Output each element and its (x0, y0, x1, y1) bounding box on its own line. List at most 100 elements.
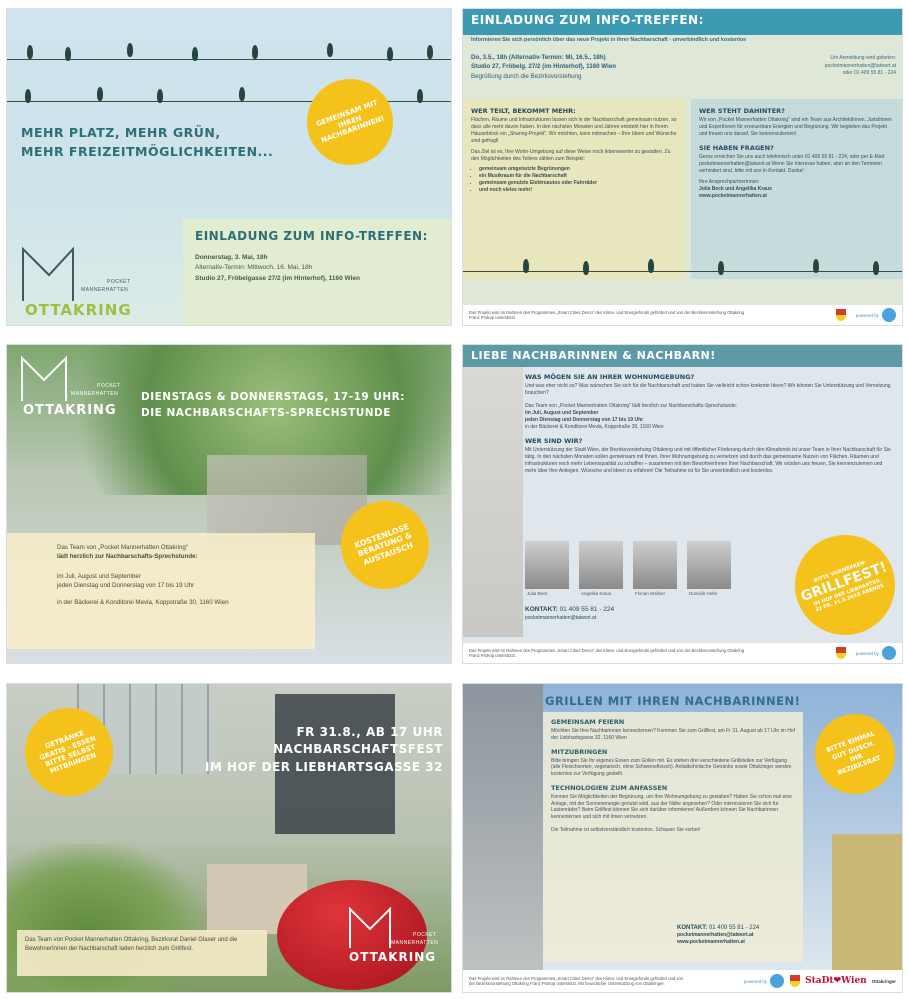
avatar-name: Angelika Kraus (581, 591, 612, 596)
logo-mannerhatten: MANNERHATTEN (71, 391, 119, 397)
poster-consultation-hours: POCKET MANNERHATTEN OTTAKRING DIENSTAGS … (6, 344, 452, 664)
invite-title: EINLADUNG ZUM INFO-TREFFEN: (195, 229, 428, 243)
headline-line: NACHBARSCHAFTSFEST (273, 742, 443, 757)
footer: Das Projekt wird im Rahmen des Programme… (463, 970, 902, 992)
logo-ottakring: OTTAKRING (23, 403, 117, 418)
invite-box: EINLADUNG ZUM INFO-TREFFEN: Donnerstag, … (183, 219, 451, 325)
invite-place: Studio 27, Fröbelgasse 27/2 (im Hinterho… (195, 274, 361, 282)
footer-text: Das Projekt wird im Rahmen des Programme… (469, 647, 745, 658)
bird-icon (239, 87, 245, 101)
crest-icon (835, 647, 846, 659)
invite-date: Donnerstag, 3. Mai, 18h (195, 254, 268, 261)
avatar (525, 541, 569, 589)
headline-line: MEHR PLATZ, MEHR GRÜN, (21, 125, 221, 140)
bird-icon (648, 259, 654, 273)
logo-pocket-mannerhatten: POCKET MANNERHATTEN OTTAKRING (19, 245, 159, 325)
logo-pocket-mannerhatten: POCKET MANNERHATTEN OTTAKRING (19, 355, 139, 425)
avatar-name: Julia Beck (527, 591, 548, 596)
klimafonds-logo-icon (882, 646, 896, 660)
power-line (463, 271, 902, 272)
klimafonds-logo-icon (882, 308, 896, 322)
content-box: GEMEINSAM FEIERN Möchten Sie Ihre Nachba… (543, 712, 803, 962)
badge-grillfest: BITTE VORMERKEN: GRILLFEST! IM HOF DER L… (780, 520, 902, 650)
building-photo (463, 367, 523, 637)
crest-icon (790, 975, 801, 987)
bird-icon (97, 87, 103, 101)
poster-dear-neighbours: LIEBE NACHBARINNEN & NACHBARN! WAS MÖGEN… (462, 344, 903, 664)
contact-info: KONTAKT: 01 409 55 81 - 224 pocketmanner… (677, 925, 760, 946)
list-item: gemeinsam umgenutzte Begrünungen (479, 166, 677, 173)
logo-pocket-mannerhatten: POCKET MANNERHATTEN OTTAKRING (343, 906, 451, 986)
logo-pocket: POCKET (97, 383, 121, 389)
bird-icon (27, 45, 33, 59)
column-sharing: WER TEILT, BEKOMMT MEHR: Flächen, Räume … (463, 99, 685, 279)
pm-logo-icon (349, 906, 391, 948)
bird-icon (252, 45, 258, 59)
logo-ottakring: OTTAKRING (349, 950, 437, 964)
subtitle: Informieren Sie sich persönlich über das… (471, 37, 746, 43)
title: LIEBE NACHBARINNEN & NACHBARN! (471, 349, 716, 362)
bird-icon (65, 47, 71, 61)
bird-icon (417, 89, 423, 103)
bird-icon (718, 261, 724, 275)
logo-pocket: POCKET (107, 279, 131, 285)
stadt-wien-logo: StaDt❤Wien (805, 976, 867, 986)
building-left (463, 684, 543, 974)
bird-icon (327, 43, 333, 57)
headline-line: IM HOF DER LIEBHARTSGASSE 32 (204, 759, 443, 774)
avatar-name: Florian Wallner (635, 591, 666, 596)
logo-ottakring: OTTAKRING (25, 301, 132, 319)
sharing-list: gemeinsam umgenutzte Begrünungen ein Mus… (471, 166, 677, 194)
klimafonds-logo-icon (770, 974, 785, 988)
invitation-box: Das Team von „Pocket Mannerhatten Ottakr… (7, 533, 315, 649)
footer-text: Das Projekt wird im Rahmen des Programme… (469, 309, 745, 320)
bird-icon (583, 261, 589, 275)
content-column: WAS MÖGEN SIE AN IHRER WOHNUMGEBUNG? Und… (525, 373, 891, 474)
badge-shower: BITTE EINMAL GUT DUSCH. IHR BEZIRKSRAT (803, 702, 902, 806)
logo-pocket: POCKET (413, 932, 437, 938)
footer: Das Projekt wird im Rahmen des Programme… (463, 305, 902, 325)
pm-logo-icon (22, 246, 74, 301)
headline: DIENSTAGS & DONNERSTAGS, 17-19 UHR: DIE … (141, 389, 405, 422)
powered-by: powered by (855, 312, 879, 318)
title: EINLADUNG ZUM INFO-TREFFEN: (471, 13, 704, 27)
column-team: WER STEHT DAHINTER? Wir von „Pocket Mann… (691, 99, 902, 279)
bird-icon (192, 47, 198, 61)
title: GRILLEN MIT IHREN NACHBARINNEN! (545, 694, 801, 708)
footer-text: Das Projekt wird im Rahmen des Programme… (469, 975, 684, 986)
powered-by: powered by (743, 978, 768, 984)
headline: MEHR PLATZ, MEHR GRÜN, MEHR FREIZEITMÖGL… (21, 123, 273, 162)
bird-icon (427, 45, 433, 59)
bird-icon (127, 43, 133, 57)
list-item: ein Musikraum für die Nachbarschaft (479, 173, 677, 180)
list-item: und noch vieles mehr! (479, 187, 677, 194)
crest-icon (835, 309, 846, 321)
powered-by: powered by (855, 650, 879, 656)
invite-alt-date: Alternativ-Termin: Mittwoch, 16. Mai, 18… (195, 264, 313, 272)
registration-info: Um Anmeldung wird gebeten: pocketmannerh… (824, 55, 896, 76)
footer: Das Projekt wird im Rahmen des Programme… (463, 643, 902, 663)
avatar (579, 541, 623, 589)
meeting-info: Do, 3.5., 18h (Alternativ-Termin: Mi, 16… (471, 54, 617, 80)
avatar (633, 541, 677, 589)
bird-icon (523, 259, 529, 273)
avatar (687, 541, 731, 589)
headline-line: DIE NACHBARSCHAFTS-SPRECHSTUNDE (141, 407, 391, 420)
headline-line: FR 31.8., AB 17 UHR (296, 725, 443, 739)
bird-icon (873, 261, 879, 275)
building-right (832, 834, 902, 974)
headline: FR 31.8., AB 17 UHR NACHBARSCHAFTSFEST I… (205, 724, 443, 776)
headline-line: MEHR FREIZEITMÖGLICHKEITEN... (21, 144, 274, 160)
ottakringer-logo: Ottakringer (871, 978, 896, 984)
headline-line: DIENSTAGS & DONNERSTAGS, 17-19 UHR: (141, 391, 405, 403)
invitation-box: Das Team von Pocket Mannerhatten Ottakri… (17, 930, 267, 976)
poster-info-meeting-details: EINLADUNG ZUM INFO-TREFFEN: Informieren … (462, 8, 903, 326)
bird-icon (813, 259, 819, 273)
logo-mannerhatten: MANNERHATTEN (81, 287, 129, 293)
badge-together: GEMEINSAM MIT IHREN NACHBARINNEN! (294, 66, 406, 178)
pm-logo-icon (21, 355, 67, 401)
power-line (7, 59, 451, 60)
avatar-name: Dominik Hofer (689, 591, 718, 596)
poster-info-meeting-birds: MEHR PLATZ, MEHR GRÜN, MEHR FREIZEITMÖGL… (6, 8, 452, 326)
bird-icon (157, 89, 163, 103)
